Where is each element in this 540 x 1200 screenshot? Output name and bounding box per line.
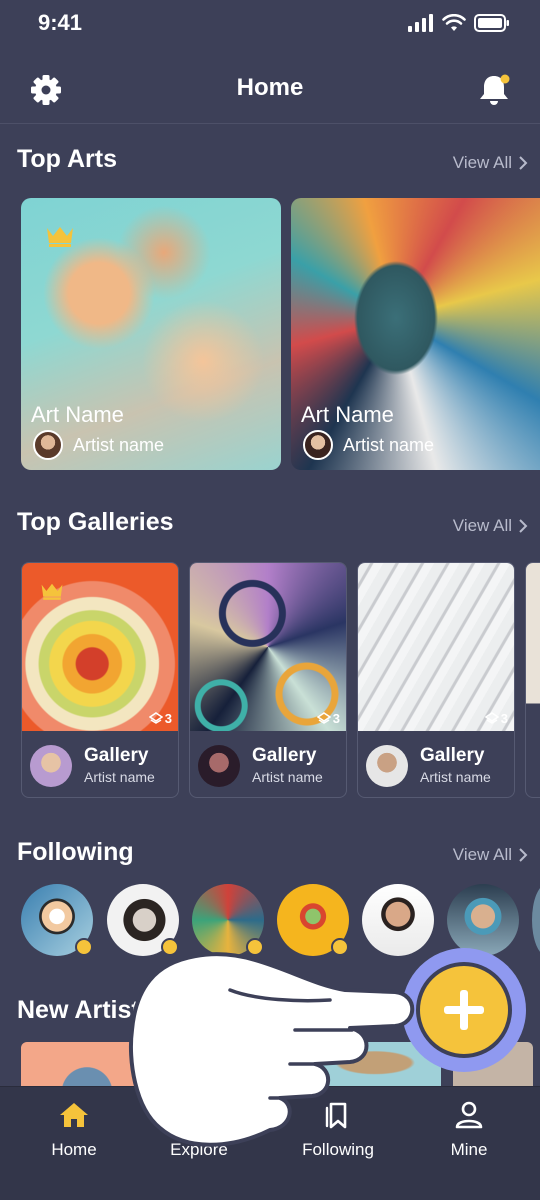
crown-icon bbox=[41, 583, 63, 600]
search-icon bbox=[187, 1103, 212, 1128]
tab-label: Following bbox=[302, 1140, 374, 1159]
status-time: 9:41 bbox=[38, 10, 83, 35]
new-artist-thumbnail[interactable] bbox=[165, 1042, 297, 1088]
avatar bbox=[198, 745, 240, 787]
top-arts-view-all[interactable]: View All bbox=[453, 153, 528, 173]
tab-following[interactable]: Following bbox=[283, 1101, 393, 1160]
following-avatar[interactable] bbox=[447, 884, 519, 956]
top-galleries-title: Top Galleries bbox=[17, 508, 174, 536]
gallery-count: 3 bbox=[316, 711, 340, 726]
following-title: Following bbox=[17, 838, 134, 866]
gallery-count-value: 3 bbox=[500, 711, 508, 726]
view-all-label: View All bbox=[452, 516, 512, 535]
following-avatar[interactable] bbox=[362, 884, 434, 956]
page-title: Home bbox=[236, 74, 304, 101]
bookmark-icon bbox=[325, 1102, 347, 1129]
bell-icon bbox=[480, 74, 510, 105]
gallery-thumbnail bbox=[190, 563, 346, 731]
home-screen: 9:41 Home Top Arts View All Art Name Art… bbox=[0, 0, 540, 1200]
gallery-card[interactable]: 3 Gallery Artist name bbox=[189, 562, 347, 798]
app-header: Home bbox=[0, 52, 540, 124]
wifi-icon bbox=[442, 14, 466, 31]
following-view-all[interactable]: View All bbox=[453, 845, 528, 865]
gallery-name: Gallery bbox=[420, 745, 485, 766]
chevron-right-icon bbox=[519, 156, 528, 170]
artist-name: Artist name bbox=[73, 434, 165, 455]
gallery-count: 3 bbox=[148, 711, 172, 726]
art-artist-row: Artist name bbox=[303, 430, 434, 460]
online-indicator bbox=[161, 938, 179, 956]
art-artist-row: Artist name bbox=[33, 430, 164, 460]
crown-icon bbox=[47, 227, 73, 247]
home-icon bbox=[60, 1103, 88, 1127]
tab-explore[interactable]: Explore bbox=[144, 1101, 254, 1160]
artist-name: Artist name bbox=[252, 769, 323, 785]
gallery-name: Gallery bbox=[84, 745, 149, 766]
gallery-count-value: 3 bbox=[164, 711, 172, 726]
battery-icon bbox=[474, 14, 509, 32]
gallery-card[interactable] bbox=[525, 562, 540, 798]
artist-name: Artist name bbox=[420, 769, 491, 785]
tab-label: Home bbox=[51, 1140, 97, 1159]
avatar bbox=[30, 745, 72, 787]
top-galleries-view-all[interactable]: View All bbox=[453, 516, 528, 536]
view-all-label: View All bbox=[452, 845, 512, 864]
following-avatar[interactable] bbox=[532, 884, 540, 956]
avatar bbox=[303, 430, 333, 460]
status-bar: 9:41 bbox=[0, 0, 540, 50]
gallery-card[interactable]: 3 Gallery Artist name bbox=[21, 562, 179, 798]
layers-icon bbox=[148, 711, 163, 724]
tab-mine[interactable]: Mine bbox=[414, 1101, 524, 1160]
top-arts-title: Top Arts bbox=[17, 145, 117, 173]
art-card[interactable]: Art Name Artist name bbox=[291, 198, 540, 470]
layers-icon bbox=[484, 711, 499, 724]
gallery-name: Gallery bbox=[252, 745, 317, 766]
artist-name: Artist name bbox=[84, 769, 155, 785]
view-all-label: View All bbox=[452, 153, 512, 172]
layers-icon bbox=[316, 711, 331, 724]
gallery-count-value: 3 bbox=[332, 711, 340, 726]
notifications-button[interactable] bbox=[474, 70, 514, 110]
new-artist-thumbnail[interactable] bbox=[21, 1042, 153, 1088]
chevron-right-icon bbox=[519, 848, 528, 862]
tab-label: Explore bbox=[170, 1140, 228, 1159]
add-button[interactable] bbox=[416, 962, 512, 1058]
chevron-right-icon bbox=[519, 519, 528, 533]
new-artists-title: New Artists bbox=[17, 996, 154, 1024]
online-indicator bbox=[75, 938, 93, 956]
online-indicator bbox=[246, 938, 264, 956]
signal-icon bbox=[408, 14, 433, 32]
gallery-count: 3 bbox=[484, 711, 508, 726]
avatar bbox=[33, 430, 63, 460]
tab-bar: Home Explore Following Mine bbox=[0, 1086, 540, 1200]
tab-label: Mine bbox=[450, 1140, 488, 1159]
avatar bbox=[366, 745, 408, 787]
user-icon bbox=[455, 1101, 483, 1129]
art-name: Art Name bbox=[301, 402, 394, 427]
notification-dot bbox=[500, 74, 510, 84]
status-icons bbox=[408, 14, 510, 32]
plus-icon bbox=[444, 990, 484, 1030]
art-name: Art Name bbox=[31, 402, 124, 427]
tab-home[interactable]: Home bbox=[19, 1101, 129, 1160]
gallery-card[interactable]: 3 Gallery Artist name bbox=[357, 562, 515, 798]
artist-name: Artist name bbox=[343, 434, 435, 455]
online-indicator bbox=[331, 938, 349, 956]
gallery-thumbnail bbox=[358, 563, 514, 731]
art-card[interactable]: Art Name Artist name bbox=[21, 198, 281, 470]
